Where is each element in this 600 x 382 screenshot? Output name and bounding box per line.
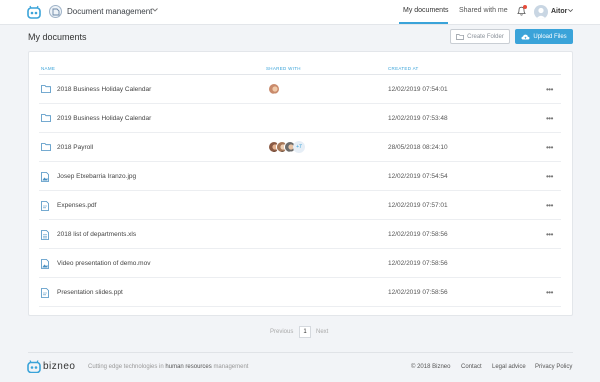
- pagination-next[interactable]: Next: [316, 329, 328, 335]
- create-folder-button[interactable]: Create Folder: [450, 29, 510, 44]
- active-tab-indicator: [399, 22, 448, 24]
- footer-divider: [28, 352, 573, 353]
- table-row[interactable]: Josep Etxebarria Iranzo.jpg 12/02/2019 0…: [39, 162, 561, 191]
- document-name[interactable]: 2018 Business Holiday Calendar: [57, 86, 151, 93]
- pagination-page[interactable]: 1: [299, 326, 311, 338]
- top-bar: Document management My documents Shared …: [0, 0, 600, 25]
- document-name[interactable]: Presentation slides.ppt: [57, 289, 123, 296]
- image-file-icon: [41, 172, 49, 182]
- document-name[interactable]: 2019 Business Holiday Calendar: [57, 115, 151, 122]
- contact-link[interactable]: Contact: [461, 364, 482, 370]
- document-name[interactable]: Expenses.pdf: [57, 202, 96, 209]
- module-selector[interactable]: Document management: [67, 7, 152, 16]
- table-row[interactable]: Presentation slides.ppt 12/02/2019 07:58…: [39, 278, 561, 307]
- user-name[interactable]: Aitor: [551, 8, 567, 15]
- page-title: My documents: [28, 32, 87, 42]
- table-row[interactable]: Video presentation of demo.mov 12/02/201…: [39, 249, 561, 278]
- more-shared-count[interactable]: +7: [293, 141, 305, 153]
- more-options-icon[interactable]: •••: [546, 288, 553, 297]
- upload-files-label: Upload Files: [533, 33, 567, 40]
- more-options-icon[interactable]: •••: [546, 230, 553, 239]
- created-at: 12/02/2019 07:58:56: [388, 260, 448, 267]
- column-header-name[interactable]: NAME: [41, 66, 55, 71]
- created-at: 12/02/2019 07:53:48: [388, 115, 448, 122]
- document-name[interactable]: 2018 Payroll: [57, 144, 93, 151]
- tab-shared-with-me[interactable]: Shared with me: [459, 7, 508, 14]
- video-file-icon: [41, 259, 49, 269]
- created-at: 12/02/2019 07:58:56: [388, 231, 448, 238]
- column-header-created-at[interactable]: CREATED AT: [388, 66, 419, 71]
- table-row[interactable]: 2018 list of departments.xls 12/02/2019 …: [39, 220, 561, 249]
- created-at: 28/05/2018 08:24:10: [388, 144, 448, 151]
- more-options-icon[interactable]: •••: [546, 172, 553, 181]
- notification-dot: [523, 5, 527, 9]
- column-header-shared-with: SHARED WITH: [266, 66, 301, 71]
- more-options-icon[interactable]: •••: [546, 85, 553, 94]
- folder-icon: [41, 114, 51, 122]
- document-name[interactable]: Josep Etxebarria Iranzo.jpg: [57, 173, 136, 180]
- pagination-previous[interactable]: Previous: [270, 329, 293, 335]
- copyright-text: © 2018 Bizneo: [411, 364, 451, 370]
- footer-tagline: Cutting edge technologies in human resou…: [88, 364, 249, 370]
- document-name[interactable]: 2018 list of departments.xls: [57, 231, 136, 238]
- privacy-policy-link[interactable]: Privacy Policy: [535, 364, 572, 370]
- spreadsheet-file-icon: [41, 230, 49, 240]
- avatar: [268, 83, 280, 95]
- folder-icon: [41, 143, 51, 151]
- create-folder-label: Create Folder: [467, 33, 504, 40]
- tab-my-documents[interactable]: My documents: [403, 7, 449, 14]
- folder-icon: [41, 85, 51, 93]
- upload-files-button[interactable]: Upload Files: [515, 29, 573, 44]
- bizneo-logo-icon: [27, 360, 41, 373]
- created-at: 12/02/2019 07:54:01: [388, 86, 448, 93]
- created-at: 12/02/2019 07:54:54: [388, 173, 448, 180]
- more-options-icon[interactable]: •••: [546, 201, 553, 210]
- table-row[interactable]: 2018 Business Holiday Calendar 12/02/201…: [39, 75, 561, 104]
- table-row[interactable]: Expenses.pdf 12/02/2019 07:57:01 •••: [39, 191, 561, 220]
- user-menu-chevron-icon[interactable]: [568, 9, 573, 12]
- created-at: 12/02/2019 07:57:01: [388, 202, 448, 209]
- legal-advice-link[interactable]: Legal advice: [492, 364, 526, 370]
- more-options-icon[interactable]: •••: [546, 114, 553, 123]
- created-at: 12/02/2019 07:58:56: [388, 289, 448, 296]
- more-options-icon[interactable]: •••: [546, 143, 553, 152]
- chevron-down-icon[interactable]: [152, 8, 158, 12]
- document-name[interactable]: Video presentation of demo.mov: [57, 260, 150, 267]
- table-row[interactable]: 2019 Business Holiday Calendar 12/02/201…: [39, 104, 561, 133]
- brand-name: bizneo: [43, 361, 76, 372]
- bizneo-logo-icon[interactable]: [27, 5, 41, 19]
- table-row[interactable]: 2018 Payroll +7 28/05/2018 08:24:10 •••: [39, 133, 561, 162]
- cloud-upload-icon: [521, 34, 530, 39]
- folder-icon: [456, 33, 465, 40]
- presentation-file-icon: [41, 288, 49, 298]
- pdf-file-icon: [41, 201, 49, 211]
- user-avatar[interactable]: [534, 5, 548, 19]
- document-module-icon[interactable]: [49, 5, 62, 18]
